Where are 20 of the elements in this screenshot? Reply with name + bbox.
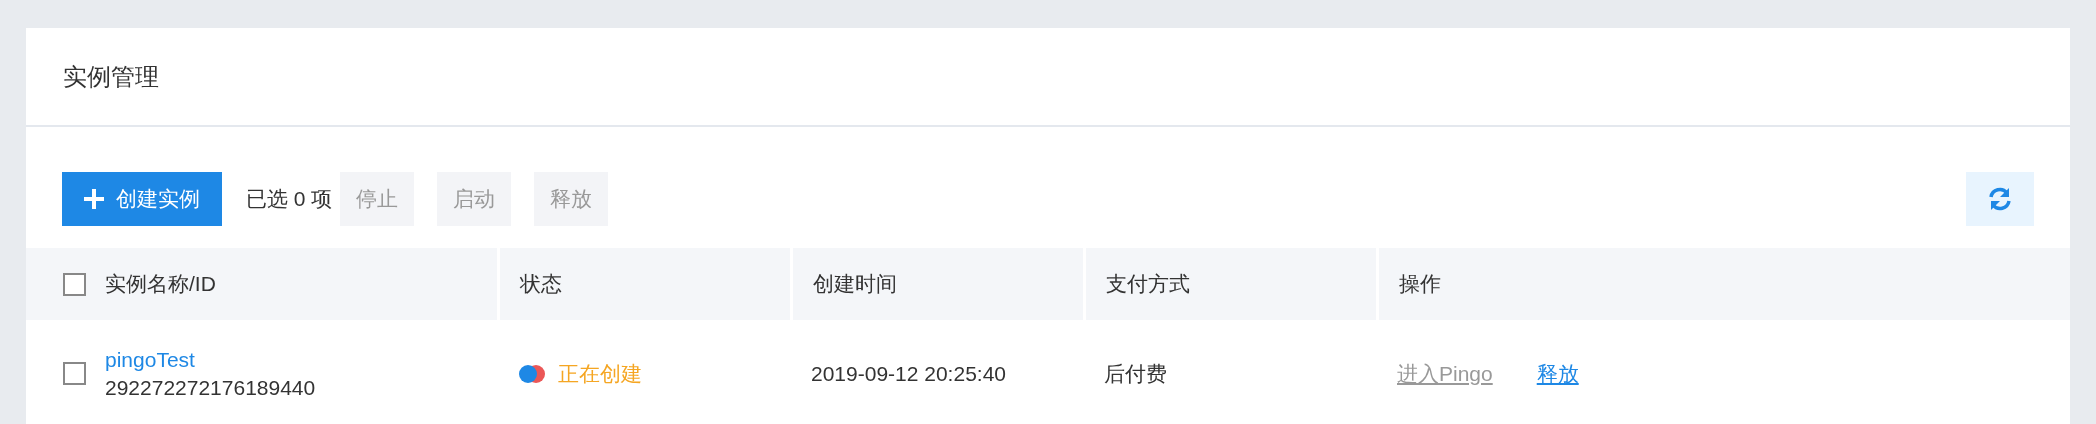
checkbox[interactable] <box>63 362 86 385</box>
instance-id: 292272272176189440 <box>105 374 316 401</box>
status-icon <box>518 364 546 383</box>
refresh-icon <box>1987 187 2013 211</box>
action-link[interactable]: 释放 <box>1536 357 1579 390</box>
selection-count: 已选 0 项 <box>246 186 333 213</box>
create-button[interactable]: 创建实例 <box>62 172 222 226</box>
status-label: 正在创建 <box>558 360 642 387</box>
column-header: 实例名称/ID <box>105 271 216 298</box>
instance-name-link[interactable]: pingoTest <box>105 346 195 374</box>
payment-method: 后付费 <box>1104 361 1167 385</box>
column-header: 支付方式 <box>1105 272 1190 296</box>
refresh-button[interactable] <box>1966 172 2034 226</box>
column-header: 操作 <box>1398 272 1441 296</box>
created-time: 2019-09-12 20:25:40 <box>811 361 1006 385</box>
panel-title: 实例管理 <box>63 61 159 92</box>
column-header: 状态 <box>519 272 562 296</box>
column-header: 创建时间 <box>812 272 897 296</box>
plus-icon <box>84 189 104 209</box>
checkbox[interactable] <box>63 272 86 296</box>
